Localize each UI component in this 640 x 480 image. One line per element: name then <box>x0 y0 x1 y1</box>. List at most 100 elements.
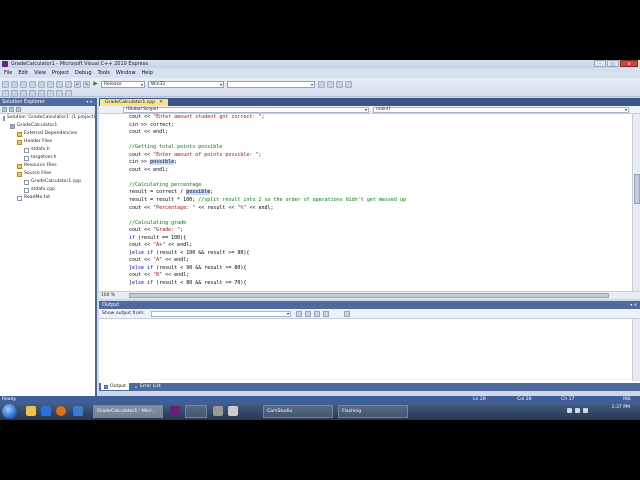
tree-item[interactable]: External Dependencies <box>0 130 95 138</box>
vs-taskbar-icon[interactable] <box>170 406 180 416</box>
taskbar-btn-vs[interactable]: GradeCalculator1 - Micr... <box>93 405 163 418</box>
copy-icon[interactable] <box>56 80 63 88</box>
output-text-area[interactable] <box>99 319 630 381</box>
misc-taskbar-icon[interactable] <box>213 406 223 416</box>
next-message-icon[interactable] <box>305 311 311 317</box>
tray-network-icon[interactable] <box>567 408 572 413</box>
cut-icon[interactable] <box>47 80 54 88</box>
solution-platform-select[interactable]: Win32 <box>148 80 224 88</box>
tree-item[interactable]: GradeCalculator1.cpp <box>0 178 95 186</box>
tree-item[interactable]: stdafx.h <box>0 146 95 154</box>
tab-error-list[interactable]: Error List <box>131 383 164 390</box>
next-bookmark-icon[interactable] <box>56 89 63 97</box>
menu-help[interactable]: Help <box>142 70 153 76</box>
outdent-icon[interactable] <box>11 89 18 97</box>
misc2-taskbar-icon[interactable] <box>228 406 238 416</box>
tree-item-label: Header Files <box>24 139 53 144</box>
add-item-icon[interactable] <box>11 80 18 88</box>
start-debugging-icon[interactable]: ▶ <box>92 80 99 88</box>
tab-close-icon[interactable]: ✕ <box>159 100 163 105</box>
menu-project[interactable]: Project <box>52 70 69 76</box>
status-line: Ln 28 <box>473 397 486 402</box>
open-icon[interactable] <box>20 80 27 88</box>
editor-tab-file[interactable]: GradeCalculator1.cpp ✕ <box>100 99 168 106</box>
word-wrap-icon[interactable] <box>323 311 329 317</box>
zoom-level[interactable]: 100 % <box>101 293 115 298</box>
editor-vertical-scrollbar[interactable] <box>632 114 640 291</box>
menu-file[interactable]: File <box>4 70 12 76</box>
taskbar-btn-steam[interactable] <box>185 405 207 418</box>
uncomment-icon[interactable] <box>29 89 36 97</box>
taskbar-btn-camstudio[interactable]: CamStudio <box>263 405 333 418</box>
save-icon[interactable] <box>29 80 36 88</box>
menu-window[interactable]: Window <box>116 70 136 76</box>
tree-item[interactable]: stdafx.cpp <box>0 186 95 194</box>
menu-tools[interactable]: Tools <box>98 70 110 76</box>
code-line: //Calculating percentage <box>129 181 202 188</box>
folder-icon <box>17 163 22 169</box>
prev-message-icon[interactable] <box>296 311 302 317</box>
scope-dropdown[interactable]: (Global Scope) <box>123 107 369 113</box>
refresh-icon[interactable] <box>16 107 21 112</box>
menu-debug[interactable]: Debug <box>75 70 91 76</box>
pin-icon[interactable]: ▾ ✕ <box>86 98 93 106</box>
solution-explorer-icon[interactable] <box>327 80 334 88</box>
undo-icon[interactable]: ↶ <box>74 80 81 88</box>
tree-item[interactable]: Resource Files <box>0 162 95 170</box>
tree-item[interactable]: ReadMe.txt <box>0 194 95 202</box>
tray-volume-icon[interactable] <box>575 408 580 413</box>
member-dropdown[interactable]: main() <box>373 107 629 113</box>
tree-item[interactable]: targetver.h <box>0 154 95 162</box>
properties-icon[interactable] <box>336 80 343 88</box>
tree-item[interactable]: Solution 'GradeCalculator1' (1 project) <box>0 114 95 122</box>
solution-config-select[interactable]: Release <box>101 80 145 88</box>
save-all-icon[interactable] <box>38 80 45 88</box>
scroll-thumb[interactable] <box>634 174 640 204</box>
find-combo[interactable] <box>227 80 315 88</box>
tree-item[interactable]: GradeCalculator1 <box>0 122 95 130</box>
show-all-files-icon[interactable] <box>9 107 14 112</box>
project-icon <box>10 123 15 129</box>
clear-bookmarks-icon[interactable] <box>65 89 72 97</box>
close-button[interactable]: ✕ <box>620 60 638 67</box>
find-icon[interactable] <box>318 80 325 88</box>
tray-flag-icon[interactable] <box>583 408 588 413</box>
redo-icon[interactable]: ↷ <box>83 80 90 88</box>
minimize-button[interactable]: – <box>594 60 606 67</box>
media-taskbar-icon[interactable] <box>73 406 83 416</box>
output-extra-icon[interactable] <box>344 311 350 317</box>
tree-item[interactable]: Source Files <box>0 170 95 178</box>
solution-explorer-title: Solution Explorer <box>2 99 45 105</box>
paste-icon[interactable] <box>65 80 72 88</box>
editor-tab-label: GradeCalculator1.cpp <box>105 100 156 105</box>
bookmark-icon[interactable] <box>38 89 45 97</box>
maximize-button[interactable]: □ <box>607 60 619 67</box>
toolbox-icon[interactable] <box>345 80 352 88</box>
new-project-icon[interactable] <box>2 80 9 88</box>
output-vertical-scrollbar[interactable] <box>632 319 640 381</box>
prev-bookmark-icon[interactable] <box>47 89 54 97</box>
tab-output[interactable]: Output <box>101 383 129 390</box>
output-pin-icon[interactable]: ▾ ✕ <box>630 301 637 309</box>
horizontal-scrollbar[interactable] <box>129 293 609 298</box>
comment-icon[interactable] <box>20 89 27 97</box>
properties-mini-icon[interactable] <box>2 107 7 112</box>
taskbar-clock[interactable]: 1:37 PM <box>611 405 630 411</box>
menu-view[interactable]: View <box>34 70 46 76</box>
start-orb-icon[interactable] <box>2 404 17 419</box>
clear-all-icon[interactable] <box>314 311 320 317</box>
menu-edit[interactable]: Edit <box>18 70 28 76</box>
indent-icon[interactable] <box>2 89 9 97</box>
ie-taskbar-icon[interactable] <box>41 406 51 416</box>
tree-item-label: Resource Files <box>24 163 57 168</box>
window-title: GradeCalculator1 - Microsoft Visual C++ … <box>11 61 148 67</box>
taskbar-btn-flashing[interactable]: Flashing <box>338 405 408 418</box>
firefox-taskbar-icon[interactable] <box>56 406 66 416</box>
status-insert-mode: INS <box>623 397 631 402</box>
status-ready: Ready <box>2 397 17 402</box>
explorer-taskbar-icon[interactable] <box>26 406 36 416</box>
code-text-area[interactable]: cout << "Enter amount student got correc… <box>99 114 630 291</box>
code-line: }else if (result < 100 && result >= 90){ <box>129 249 250 256</box>
tree-item[interactable]: Header Files <box>0 138 95 146</box>
output-source-select[interactable] <box>151 311 291 317</box>
